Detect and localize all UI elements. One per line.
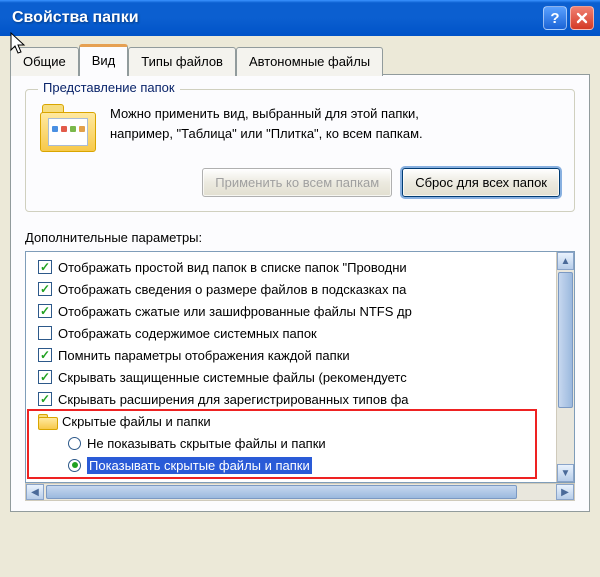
folder-icon — [40, 104, 96, 152]
scroll-left-button[interactable]: ◀ — [26, 484, 44, 500]
tree-item[interactable]: ✓ Отображать сжатые или зашифрованные фай… — [28, 300, 554, 322]
folder-views-title: Представление папок — [38, 80, 180, 95]
scroll-thumb[interactable] — [558, 272, 573, 408]
titlebar[interactable]: Свойства папки ? — [0, 0, 600, 36]
folder-views-group: Представление папок Можно применить вид,… — [25, 89, 575, 212]
tab-panel-view: Представление папок Можно применить вид,… — [10, 74, 590, 512]
advanced-settings-label: Дополнительные параметры: — [25, 230, 575, 245]
scroll-down-button[interactable]: ▼ — [557, 464, 574, 482]
tab-bar: Общие Вид Типы файлов Автономные файлы — [10, 44, 590, 76]
tree-item-label: Не показывать скрытые файлы и папки — [87, 436, 326, 451]
close-button[interactable] — [570, 6, 594, 30]
tree-item-hidden-folder[interactable]: Скрытые файлы и папки — [28, 410, 554, 432]
radio-icon[interactable] — [68, 459, 81, 472]
tree-item-label: Помнить параметры отображения каждой пап… — [58, 348, 350, 363]
tab-filetypes[interactable]: Типы файлов — [128, 47, 236, 76]
tab-offline[interactable]: Автономные файлы — [236, 47, 383, 76]
tree-item-label: Скрытые файлы и папки — [62, 414, 211, 429]
tree-item-label: Показывать скрытые файлы и папки — [87, 457, 312, 474]
checkbox-icon[interactable]: ✓ — [38, 348, 52, 362]
checkbox-icon[interactable]: ✓ — [38, 260, 52, 274]
help-button[interactable]: ? — [543, 6, 567, 30]
tab-view[interactable]: Вид — [79, 44, 129, 76]
folder-icon — [38, 414, 56, 428]
tab-general[interactable]: Общие — [10, 47, 79, 76]
checkbox-icon[interactable]: ✓ — [38, 304, 52, 318]
tree-item-label: Отображать сведения о размере файлов в п… — [58, 282, 406, 297]
checkbox-icon[interactable]: ✓ — [38, 392, 52, 406]
scroll-thumb[interactable] — [46, 485, 517, 499]
scroll-right-button[interactable]: ▶ — [556, 484, 574, 500]
scroll-track[interactable] — [557, 270, 574, 464]
tree-item-label: Отображать сжатые или зашифрованные файл… — [58, 304, 412, 319]
scroll-up-button[interactable]: ▲ — [557, 252, 574, 270]
close-icon — [576, 12, 588, 24]
vertical-scrollbar[interactable]: ▲ ▼ — [556, 252, 574, 482]
tree-item[interactable]: ✓ Помнить параметры отображения каждой па… — [28, 344, 554, 366]
folder-views-description: Можно применить вид, выбранный для этой … — [110, 104, 423, 143]
tree-item-label: Скрывать расширения для зарегистрированн… — [58, 392, 409, 407]
tree-item[interactable]: ✓ Скрывать расширения для зарегистрирован… — [28, 388, 554, 410]
window-title: Свойства папки — [12, 9, 543, 27]
tree-item-label: Отображать простой вид папок в списке па… — [58, 260, 407, 275]
tree-item-label: Отображать содержимое системных папок — [58, 326, 317, 341]
advanced-settings-tree[interactable]: ✓ Отображать простой вид папок в списке п… — [25, 251, 575, 483]
tree-item-radio-show[interactable]: Показывать скрытые файлы и папки — [28, 454, 554, 476]
scroll-track[interactable] — [44, 484, 556, 500]
reset-all-button[interactable]: Сброс для всех папок — [402, 168, 560, 197]
tree-item[interactable]: ✓ Отображать содержимое системных папок — [28, 322, 554, 344]
tree-item[interactable]: ✓ Отображать сведения о размере файлов в … — [28, 278, 554, 300]
apply-to-all-button: Применить ко всем папкам — [202, 168, 392, 197]
radio-icon[interactable] — [68, 437, 81, 450]
tree-item-label: Скрывать защищенные системные файлы (рек… — [58, 370, 407, 385]
tree-item-radio-hide[interactable]: Не показывать скрытые файлы и папки — [28, 432, 554, 454]
dialog-content: Общие Вид Типы файлов Автономные файлы П… — [0, 36, 600, 518]
checkbox-icon[interactable]: ✓ — [38, 370, 52, 384]
tree-item[interactable]: ✓ Скрывать защищенные системные файлы (ре… — [28, 366, 554, 388]
tree-item[interactable]: ✓ Отображать простой вид папок в списке п… — [28, 256, 554, 278]
checkbox-icon[interactable]: ✓ — [38, 326, 52, 340]
horizontal-scrollbar[interactable]: ◀ ▶ — [25, 483, 575, 501]
checkbox-icon[interactable]: ✓ — [38, 282, 52, 296]
